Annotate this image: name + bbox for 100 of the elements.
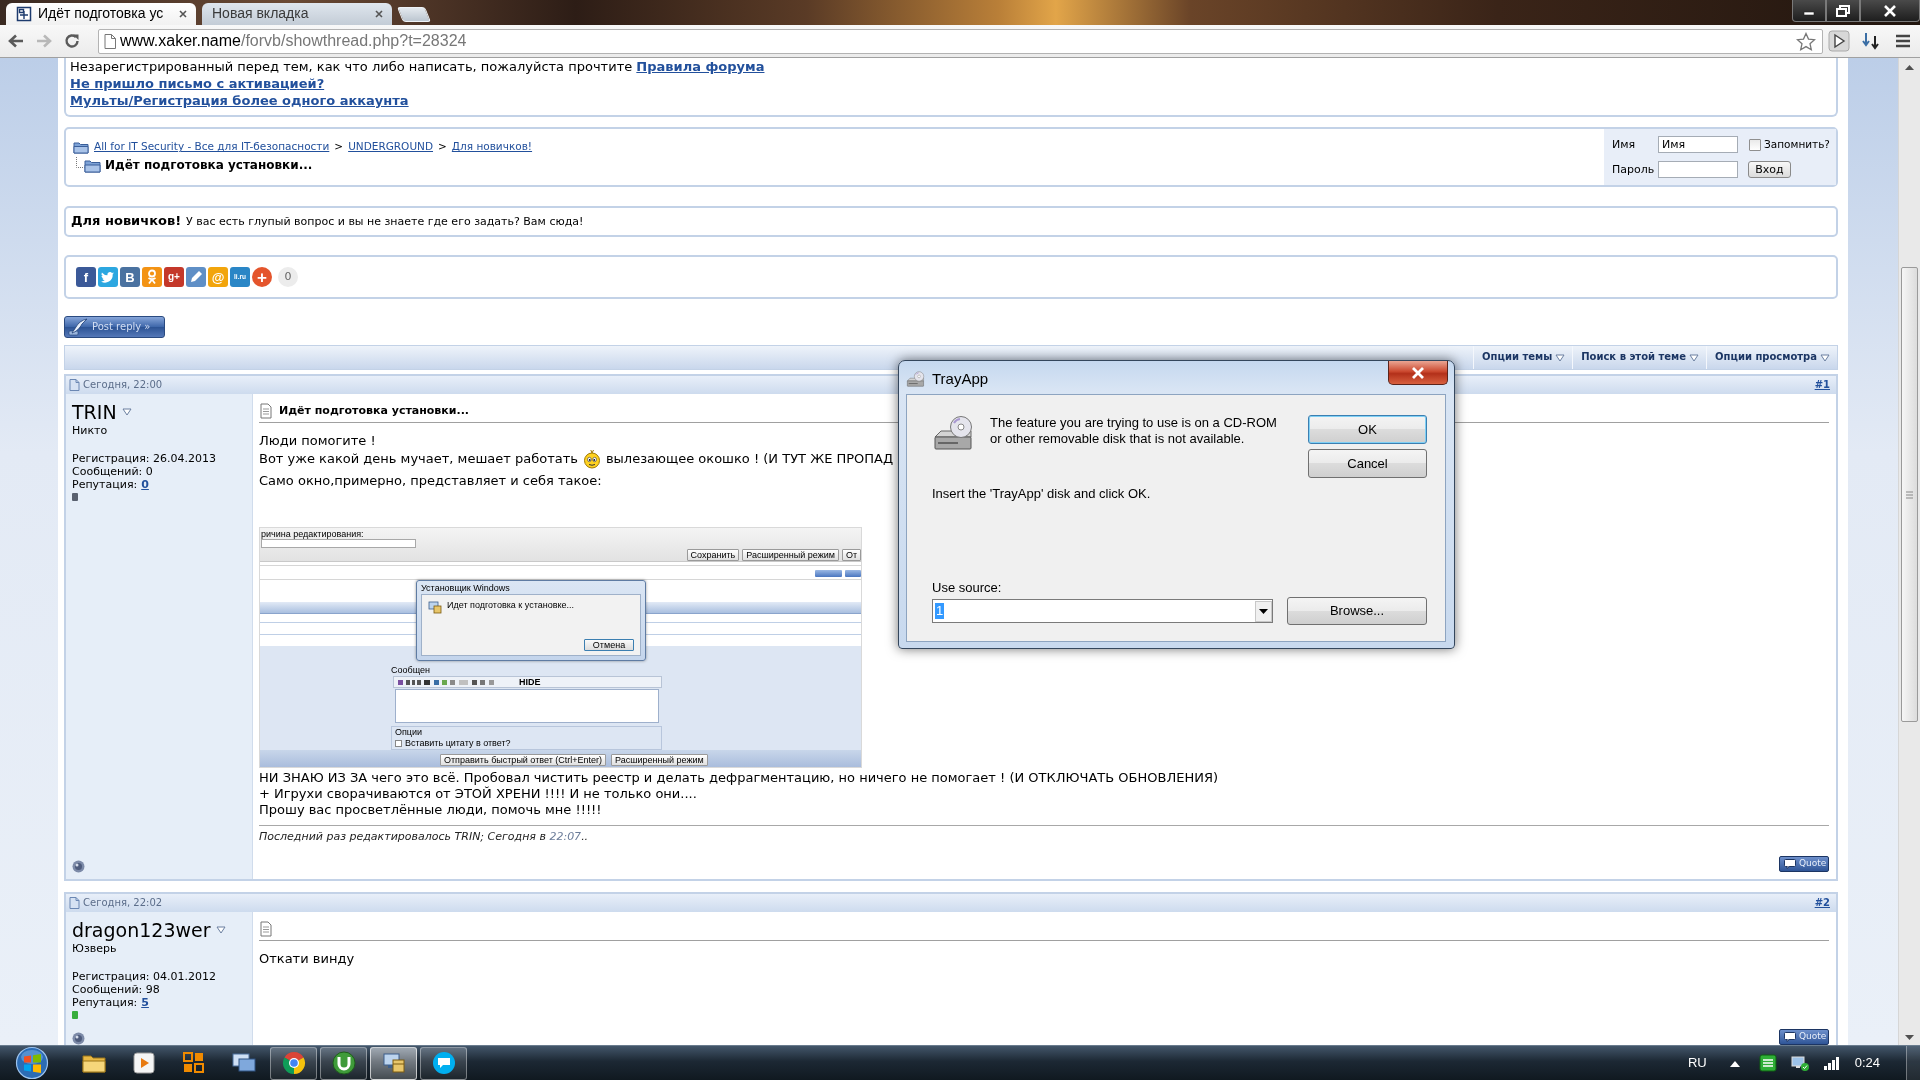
share-button[interactable]: g+ <box>164 267 184 287</box>
mini-label: Вставить цитату в ответ? <box>405 738 511 748</box>
browse-button[interactable]: Browse... <box>1287 597 1427 625</box>
dialog-instruction: Insert the 'TrayApp' disk and click OK. <box>932 486 1151 502</box>
color-wheel-icon <box>280 1050 307 1076</box>
remember-checkbox[interactable] <box>1749 138 1761 151</box>
quote-button[interactable]: Quote <box>1779 1029 1829 1045</box>
reputation-label: Репутация: <box>72 996 138 1009</box>
username-link[interactable]: dragon123wer <box>72 918 211 942</box>
post-text: НИ ЗНАЮ ИЗ ЗА чего это всё. Пробовал чистить реестр и делать дефрагментацию, но ничего не помогает ! (И ОТКЛЮЧАТЬ ОБНОВЛЕНИЯ) <box>259 770 1218 786</box>
thread-title: Идёт подготовка установки... <box>105 157 313 173</box>
username-link[interactable]: TRIN <box>72 400 117 424</box>
network-icon[interactable] <box>1789 1054 1810 1072</box>
document-icon <box>259 921 273 937</box>
share-button[interactable]: + <box>252 267 272 287</box>
document-icon <box>259 403 273 419</box>
menu-button[interactable]: Поиск в этой теме <box>1572 346 1707 369</box>
taskbar-button[interactable] <box>320 1046 367 1080</box>
new-tab-button[interactable] <box>396 7 432 22</box>
reputation-label: Репутация: <box>72 478 138 491</box>
breadcrumb-link[interactable]: Для новичков! <box>451 140 533 154</box>
forum-title: Для новичков! <box>71 213 182 230</box>
breadcrumb-link[interactable]: All for IT Security - Все для IT-безопасности <box>94 140 330 154</box>
signal-icon[interactable] <box>1822 1055 1841 1071</box>
post-text: Вот уже какой день мучает, мешает работать <box>259 450 578 468</box>
post-reply-button[interactable]: Post reply » <box>64 316 165 338</box>
quote-icon <box>1784 859 1796 869</box>
edit-note: Последний раз редактировалось TRIN; Сегодня в 22:07.. <box>259 829 589 845</box>
minimize-button[interactable] <box>1792 0 1826 22</box>
dialog-button[interactable]: Cancel <box>1308 449 1427 478</box>
address-field[interactable]: www.xaker.name/forvb/showthread.php?t=28324 <box>98 28 1823 54</box>
share-button[interactable]: f <box>76 267 96 287</box>
scrollbar-thumb[interactable] <box>1901 267 1918 722</box>
close-button[interactable] <box>1388 361 1448 385</box>
breadcrumb-separator: > <box>334 140 344 154</box>
installer-icon <box>428 600 442 614</box>
field-label: Имя <box>1612 137 1637 152</box>
caret-icon[interactable] <box>121 408 132 416</box>
close-icon[interactable] <box>178 9 188 19</box>
smiley-icon <box>581 449 602 469</box>
checkbox-label: Запомнить? <box>1764 137 1830 152</box>
dialog-message: The feature you are trying to use is on a CD-ROM or other removable disk that is not available. <box>990 415 1278 447</box>
caret-icon[interactable] <box>215 926 226 934</box>
mini-label: Опции <box>395 727 423 737</box>
username-field[interactable]: Имя <box>1658 136 1738 153</box>
language-indicator[interactable]: RU <box>1687 1054 1707 1072</box>
rules-link[interactable]: Правила форума <box>636 59 765 74</box>
registration-date: Регистрация: 26.04.2013 <box>72 452 216 465</box>
field-label: Use source: <box>932 580 1002 596</box>
menu-button[interactable]: Опции просмотра <box>1706 346 1837 369</box>
post-number-link[interactable]: #2 <box>1814 896 1830 910</box>
post-number-link[interactable]: #1 <box>1814 378 1830 392</box>
reputation-link[interactable]: 5 <box>141 996 149 1009</box>
clock[interactable]: 0:24 <box>1854 1054 1880 1072</box>
quill-icon <box>68 318 88 336</box>
login-button[interactable]: Вход <box>1748 161 1791 178</box>
help-link[interactable]: Мульты/Регистрация более одного аккаунта <box>70 92 409 109</box>
arrows-icon <box>1861 31 1881 51</box>
page-icon <box>69 897 80 909</box>
mini-label: ричина редактирования: <box>261 529 364 539</box>
show-desktop-button[interactable] <box>1906 1045 1920 1080</box>
dialog-button[interactable]: OK <box>1308 415 1427 444</box>
browser-tab[interactable]: Идёт подготовка ус <box>6 3 196 25</box>
taskbar-button[interactable] <box>420 1046 467 1080</box>
caret-icon <box>1820 353 1830 362</box>
computer-box-icon <box>380 1050 407 1076</box>
forward-arrow-icon <box>35 33 53 49</box>
user-rank: Никто <box>72 424 108 438</box>
list-icon[interactable] <box>1758 1054 1777 1072</box>
help-link[interactable]: Не пришло письмо с активацией? <box>70 75 325 92</box>
post-count: Сообщений: 98 <box>72 983 160 996</box>
post-text: вылезающее окошко ! (И ТУТ ЖЕ ПРОПАД <box>605 450 894 468</box>
close-icon[interactable] <box>374 9 384 19</box>
folder-icon <box>73 140 89 154</box>
forum-description: У вас есть глупый вопрос и вы не знаете где его задать? Вам сюда! <box>186 214 584 229</box>
breadcrumb-link[interactable]: UNDERGROUND <box>348 140 433 154</box>
user-rank: Юзверь <box>72 942 117 956</box>
u-shape-icon <box>330 1050 357 1076</box>
restore-button[interactable] <box>1826 0 1860 22</box>
bird-icon[interactable] <box>98 267 118 287</box>
browser-tab[interactable]: Новая вкладка <box>202 3 392 25</box>
share-button[interactable]: B <box>120 267 140 287</box>
menu-button[interactable]: Опции темы <box>1473 346 1573 369</box>
star-icon[interactable] <box>1796 31 1816 51</box>
password-field[interactable] <box>1658 161 1738 178</box>
registration-date: Регистрация: 04.01.2012 <box>72 970 216 983</box>
post-date: Сегодня, 22:00 <box>83 378 163 392</box>
chat-bubble-icon <box>430 1050 457 1076</box>
post-date: Сегодня, 22:02 <box>83 896 163 910</box>
taskbar-button[interactable] <box>370 1046 417 1080</box>
quote-button[interactable]: Quote <box>1779 856 1829 872</box>
play-icon <box>1828 30 1850 52</box>
close-button[interactable] <box>1860 0 1920 22</box>
pen-icon[interactable] <box>186 267 206 287</box>
mini-toolbar-label: HIDE <box>519 677 541 687</box>
dialog-title: TrayApp <box>932 370 989 389</box>
cd-drive-icon <box>906 371 926 389</box>
reputation-link[interactable]: 0 <box>141 478 149 491</box>
taskbar-button[interactable] <box>270 1046 317 1080</box>
field-label: Пароль <box>1612 162 1656 177</box>
